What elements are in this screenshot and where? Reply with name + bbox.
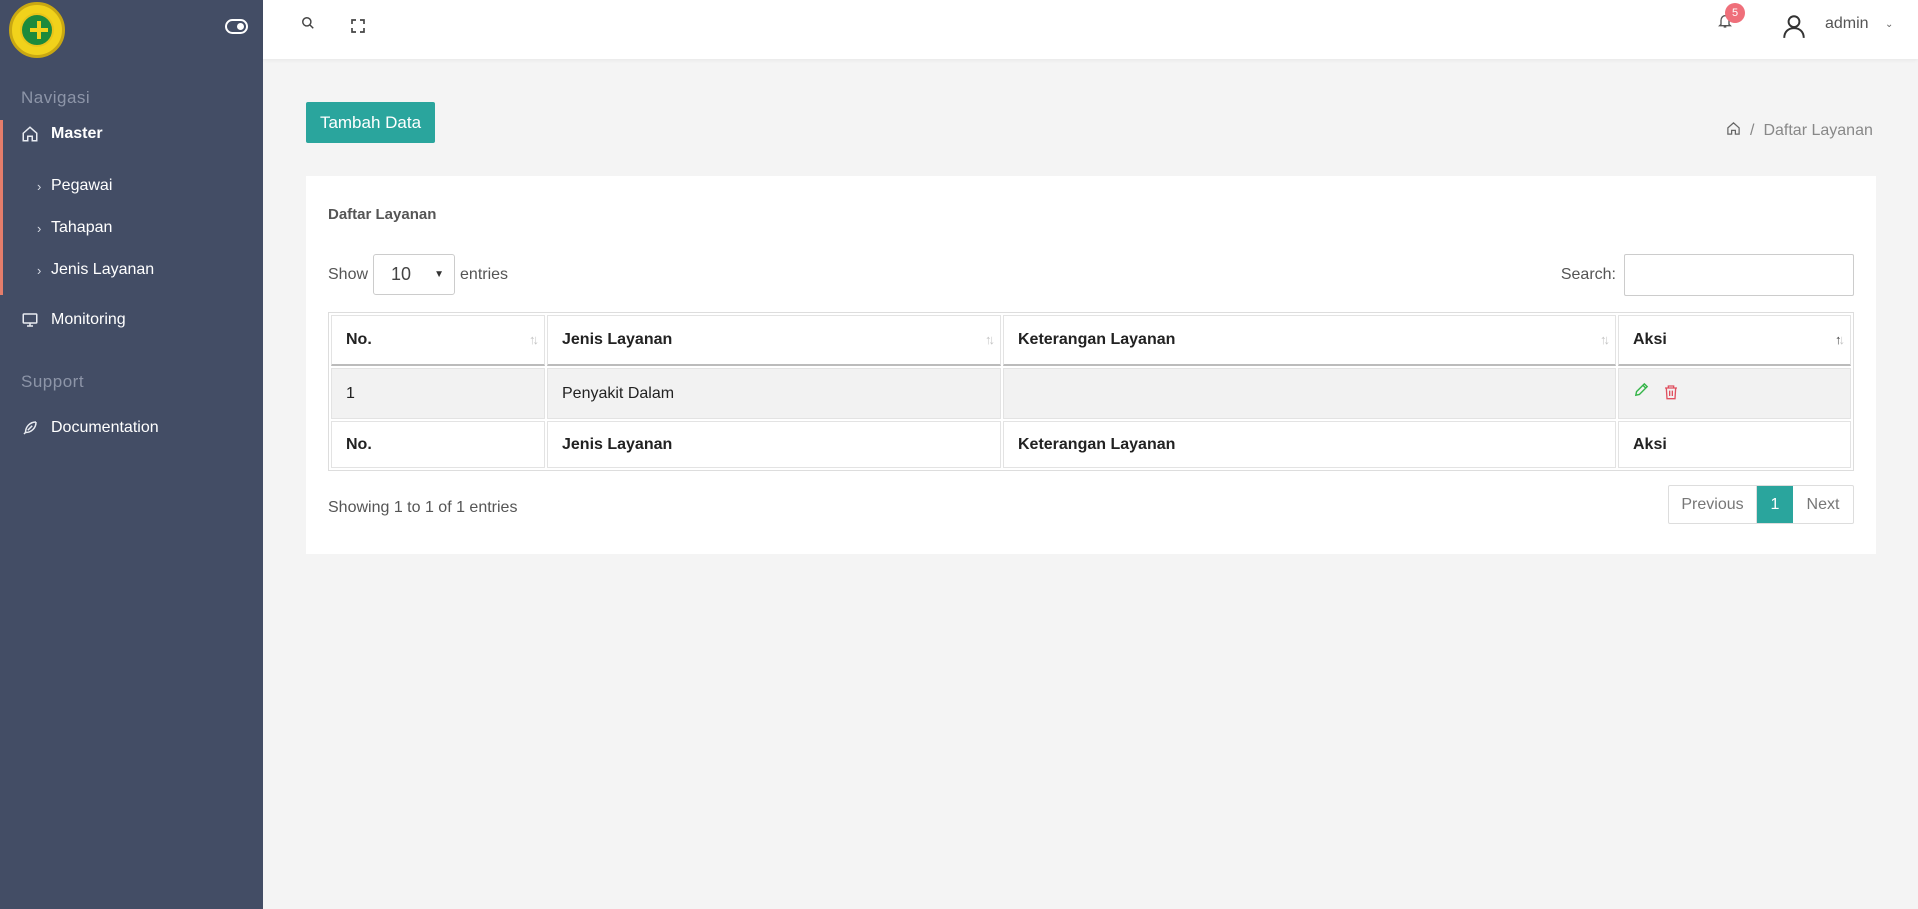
- sidebar-subitem-jenis-layanan[interactable]: › Jenis Layanan: [37, 261, 154, 279]
- show-label: Show: [328, 265, 369, 283]
- table-info: Showing 1 to 1 of 1 entries: [328, 499, 518, 516]
- column-header-no[interactable]: No. ↑↓: [331, 315, 545, 366]
- sidebar-item-label: Monitoring: [51, 311, 126, 328]
- length-control: Show 10 ▼ entries: [328, 254, 508, 295]
- chevron-right-icon: ›: [37, 262, 42, 278]
- sidebar-subitem-pegawai[interactable]: › Pegawai: [37, 177, 112, 195]
- sidebar-item-label: Documentation: [51, 419, 159, 436]
- fullscreen-icon[interactable]: [350, 18, 366, 38]
- footer-header-no: No.: [331, 421, 545, 468]
- breadcrumb-separator: /: [1750, 122, 1755, 139]
- topbar: 5 admin ⌄: [263, 0, 1918, 59]
- table-row: 1 Penyakit Dalam: [331, 368, 1851, 419]
- notification-badge: 5: [1725, 3, 1745, 23]
- search-icon[interactable]: [301, 16, 315, 34]
- chevron-right-icon: ›: [37, 220, 42, 236]
- search-input[interactable]: [1624, 254, 1854, 296]
- home-icon: [20, 124, 40, 144]
- username[interactable]: admin: [1825, 15, 1869, 33]
- table-header-row: No. ↑↓ Jenis Layanan ↑↓ Keterangan Layanan…: [331, 315, 1851, 366]
- sort-icon: ↑↓: [1600, 332, 1610, 347]
- chevron-down-icon: ▼: [434, 269, 445, 280]
- section-support: Support: [21, 372, 85, 391]
- table-footer-row: No. Jenis Layanan Keterangan Layanan Aks…: [331, 421, 1851, 468]
- cell-jenis: Penyakit Dalam: [547, 368, 1001, 419]
- sort-asc-icon: ↑↓: [1835, 332, 1845, 347]
- column-header-keterangan[interactable]: Keterangan Layanan ↑↓: [1003, 315, 1616, 366]
- pagination: Previous 1 Next: [1668, 485, 1854, 524]
- sort-icon: ↑↓: [529, 332, 539, 347]
- footer-header-keterangan: Keterangan Layanan: [1003, 421, 1616, 468]
- sidebar-subitem-label: Jenis Layanan: [51, 261, 155, 278]
- sidebar-header: [0, 0, 263, 59]
- data-table: No. ↑↓ Jenis Layanan ↑↓ Keterangan Layanan…: [328, 312, 1854, 471]
- entries-label: entries: [460, 265, 509, 283]
- logo-emblem: [20, 13, 54, 47]
- search-label: Search:: [1560, 266, 1616, 283]
- sidebar-item-label: Master: [51, 125, 103, 142]
- home-icon[interactable]: [1726, 121, 1741, 141]
- sidebar-item-master[interactable]: Master: [0, 114, 263, 154]
- sidebar-item-documentation[interactable]: Documentation: [0, 408, 263, 448]
- add-data-button[interactable]: Tambah Data: [306, 102, 435, 143]
- monitor-icon: [20, 310, 40, 330]
- entries-value: 10: [391, 264, 412, 284]
- entries-select[interactable]: 10 ▼: [373, 254, 456, 295]
- next-button[interactable]: Next: [1793, 486, 1853, 523]
- section-navigasi: Navigasi: [21, 88, 91, 107]
- cell-keterangan: [1003, 368, 1616, 419]
- chevron-down-icon[interactable]: ⌄: [1885, 19, 1893, 30]
- sidebar-subitem-tahapan[interactable]: › Tahapan: [37, 219, 112, 237]
- sort-icon: ↑↓: [985, 332, 995, 347]
- breadcrumb-current: Daftar Layanan: [1763, 122, 1873, 139]
- master-group: Master › Pegawai › Tahapan › Jenis Layan…: [0, 120, 263, 295]
- cell-no: 1: [331, 368, 545, 419]
- data-card: Daftar Layanan Show 10 ▼ entries Search:…: [306, 176, 1876, 554]
- sidebar-subitem-label: Tahapan: [51, 219, 113, 236]
- card-title: Daftar Layanan: [328, 206, 437, 223]
- sidebar-toggle-icon[interactable]: [225, 19, 248, 34]
- delete-icon[interactable]: [1663, 383, 1679, 406]
- sidebar: Navigasi Master › Pegawai › Tahapan › Je…: [0, 0, 263, 909]
- feather-icon: [20, 418, 40, 438]
- sidebar-subitem-label: Pegawai: [51, 177, 113, 194]
- sidebar-item-monitoring[interactable]: Monitoring: [0, 300, 263, 340]
- column-header-aksi[interactable]: Aksi ↑↓: [1618, 315, 1851, 366]
- column-header-jenis[interactable]: Jenis Layanan ↑↓: [547, 315, 1001, 366]
- chevron-right-icon: ›: [37, 178, 42, 194]
- logo[interactable]: [9, 2, 65, 58]
- footer-header-aksi: Aksi: [1618, 421, 1851, 468]
- breadcrumb: / Daftar Layanan: [1726, 121, 1873, 141]
- footer-header-jenis: Jenis Layanan: [547, 421, 1001, 468]
- user-icon[interactable]: [1781, 13, 1807, 39]
- cell-aksi: [1618, 368, 1851, 419]
- page-button-current[interactable]: 1: [1757, 486, 1793, 523]
- previous-button[interactable]: Previous: [1669, 486, 1757, 523]
- search-control: Search:: [1561, 254, 1854, 296]
- edit-icon[interactable]: [1633, 382, 1655, 402]
